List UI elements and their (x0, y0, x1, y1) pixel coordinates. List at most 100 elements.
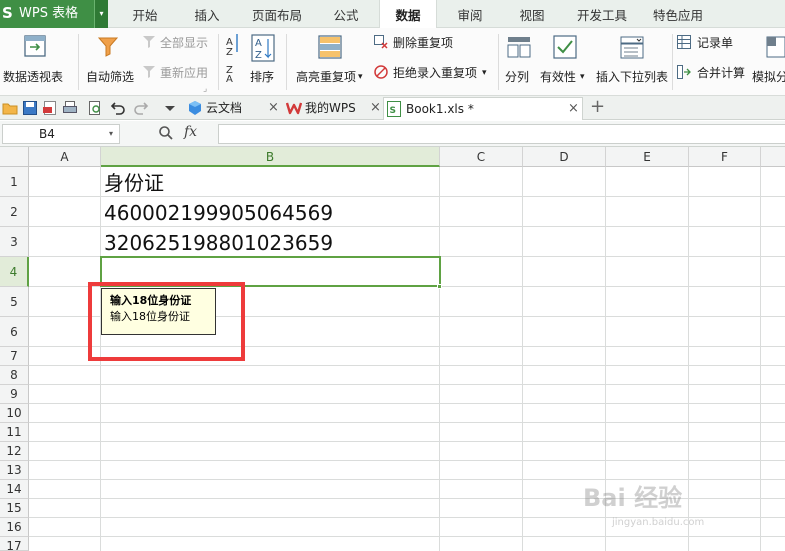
pivot-table-icon (24, 35, 46, 57)
row-header-3[interactable]: 3 (0, 227, 29, 257)
consolidate-button[interactable]: 合并计算 (677, 64, 747, 82)
new-tab-button[interactable]: + (590, 96, 605, 118)
app-menu-button[interactable]: S WPS 表格 ▾ (0, 0, 108, 28)
undo-icon[interactable] (110, 100, 126, 116)
column-header-a[interactable]: A (29, 147, 101, 167)
print-preview-icon[interactable] (87, 100, 103, 116)
gridline (29, 196, 785, 197)
sort-label: 排序 (250, 70, 275, 84)
reapply-button[interactable]: 重新应用 (142, 64, 214, 82)
watermark-brand: Bai 经验 (583, 484, 683, 512)
row-header-14[interactable]: 14 (0, 480, 29, 499)
row-header-17[interactable]: 17 (0, 537, 29, 551)
magnifier-icon[interactable] (158, 125, 174, 141)
row-header-2[interactable]: 2 (0, 197, 29, 227)
split-column-label: 分列 (505, 70, 530, 84)
close-tab-icon[interactable]: × (268, 97, 279, 119)
column-header-b[interactable]: B (101, 147, 440, 167)
tab-view[interactable]: 视图 (508, 0, 556, 28)
sort-button[interactable]: A Z 排序 (248, 32, 278, 90)
customize-toolbar-dropdown-icon[interactable] (162, 100, 178, 116)
what-if-icon (766, 36, 785, 58)
gridline (29, 536, 785, 537)
tab-review[interactable]: 审阅 (446, 0, 494, 28)
what-if-analysis-button[interactable]: 模拟分 (750, 32, 785, 90)
gridline (439, 167, 440, 551)
consolidate-label: 合并计算 (697, 66, 746, 80)
svg-text:A: A (255, 38, 262, 49)
row-header-13[interactable]: 13 (0, 461, 29, 480)
auto-filter-button[interactable]: 自动筛选 (85, 32, 135, 90)
row-header-11[interactable]: 11 (0, 423, 29, 442)
tab-special-apps[interactable]: 特色应用 (646, 0, 710, 28)
redo-icon[interactable] (133, 100, 149, 116)
row-header-1[interactable]: 1 (0, 167, 29, 197)
fill-handle[interactable] (437, 284, 442, 289)
row-header-15[interactable]: 15 (0, 499, 29, 518)
sort-asc-desc-icon[interactable]: A Z Z A (225, 32, 241, 82)
filter-funnel-icon (97, 37, 119, 57)
row-header-16[interactable]: 16 (0, 518, 29, 537)
close-tab-icon[interactable]: × (370, 97, 381, 119)
export-pdf-icon[interactable] (42, 100, 58, 116)
dialog-launcher-icon[interactable]: ⌟ (203, 82, 207, 96)
row-header-6[interactable]: 6 (0, 317, 29, 347)
column-header-f[interactable]: F (689, 147, 761, 167)
cell-b2[interactable]: 460002199905064569 (104, 201, 333, 225)
ribbon-separator (218, 34, 219, 90)
column-header-g[interactable] (761, 147, 785, 167)
remove-duplicates-button[interactable]: 删除重复项 (374, 34, 464, 52)
column-header-c[interactable]: C (440, 147, 523, 167)
auto-filter-label: 自动筛选 (86, 70, 135, 84)
wps-logo-icon (286, 102, 302, 115)
split-column-button[interactable]: 分列 (503, 32, 535, 90)
row-header-12[interactable]: 12 (0, 442, 29, 461)
record-form-icon (677, 35, 691, 49)
annotation-highlight-box (88, 282, 245, 361)
formula-input[interactable] (218, 124, 785, 144)
cell-b1[interactable]: 身份证 (104, 171, 164, 195)
row-header-7[interactable]: 7 (0, 347, 29, 366)
tab-home[interactable]: 开始 (118, 0, 172, 28)
insert-function-button[interactable]: fx (184, 124, 197, 140)
insert-dropdown-list-button[interactable]: 插入下拉列表 (594, 32, 670, 90)
column-header-e[interactable]: E (606, 147, 689, 167)
doc-tab-my-wps[interactable]: 我的WPS (284, 97, 382, 120)
record-form-button[interactable]: 记录单 (677, 34, 737, 52)
what-if-label: 模拟分 (752, 70, 785, 84)
print-icon[interactable] (62, 100, 78, 116)
pivot-table-button[interactable]: 数据透视表 (2, 32, 68, 90)
tab-data[interactable]: 数据 (379, 0, 437, 29)
validation-button[interactable]: 有效性 ▾ (539, 32, 589, 90)
tab-insert[interactable]: 插入 (180, 0, 234, 28)
remove-duplicates-label: 删除重复项 (393, 36, 454, 50)
open-folder-icon[interactable] (2, 100, 18, 116)
highlight-duplicates-icon (318, 35, 342, 59)
highlight-duplicates-button[interactable]: 高亮重复项 ▾ (294, 32, 366, 90)
select-all-corner[interactable] (0, 147, 29, 167)
consolidate-icon (677, 65, 691, 79)
app-menu-dropdown-icon[interactable]: ▾ (94, 0, 108, 28)
tab-developer[interactable]: 开发工具 (570, 0, 634, 28)
doc-tab-book1[interactable]: S Book1.xls * × (383, 97, 583, 120)
validation-check-icon (553, 35, 577, 59)
cell-b3[interactable]: 320625198801023659 (104, 231, 333, 255)
row-header-10[interactable]: 10 (0, 404, 29, 423)
show-all-button[interactable]: 全部显示 (142, 34, 214, 52)
remove-duplicates-icon (374, 35, 388, 49)
row-header-9[interactable]: 9 (0, 385, 29, 404)
split-column-icon (507, 37, 531, 58)
ribbon-separator (498, 34, 499, 90)
tab-formulas[interactable]: 公式 (320, 0, 372, 28)
name-box[interactable]: B4 ▾ (2, 124, 120, 144)
tab-page-layout[interactable]: 页面布局 (244, 0, 310, 28)
row-header-5[interactable]: 5 (0, 287, 29, 317)
name-box-dropdown-icon[interactable]: ▾ (109, 125, 113, 143)
save-icon[interactable] (22, 100, 38, 116)
reject-duplicate-entry-button[interactable]: 拒绝录入重复项 ▾ (374, 64, 492, 82)
close-tab-icon[interactable]: × (568, 98, 579, 120)
row-header-8[interactable]: 8 (0, 366, 29, 385)
wps-logo-icon: S (2, 4, 13, 22)
row-header-4[interactable]: 4 (0, 257, 29, 287)
column-header-d[interactable]: D (523, 147, 606, 167)
